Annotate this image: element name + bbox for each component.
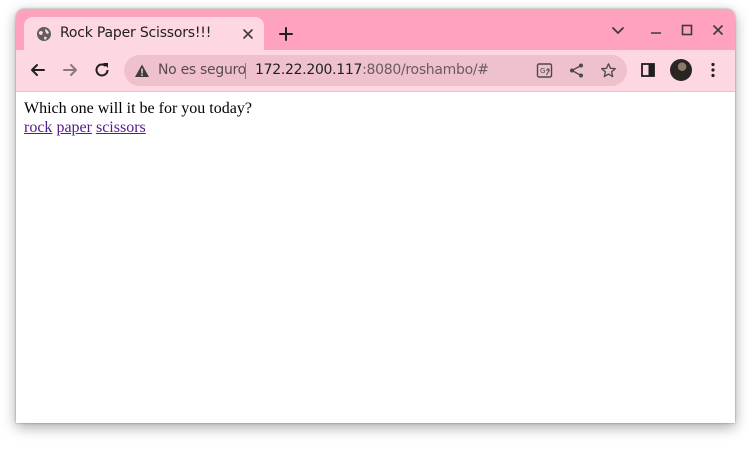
address-bar[interactable]: No es seguro 172.22.200.117:8080/roshamb… bbox=[124, 55, 627, 86]
tab-title: Rock Paper Scissors!!! bbox=[60, 25, 212, 41]
security-label[interactable]: No es seguro bbox=[158, 62, 246, 78]
translate-icon[interactable]: G bbox=[536, 62, 553, 79]
globe-icon bbox=[37, 27, 51, 41]
active-tab[interactable]: Rock Paper Scissors!!! bbox=[24, 17, 264, 50]
choice-links: rock paper scissors bbox=[24, 118, 252, 137]
close-tab-icon[interactable] bbox=[240, 26, 256, 42]
share-icon[interactable] bbox=[568, 62, 585, 79]
close-window-icon[interactable] bbox=[710, 22, 726, 38]
rock-link[interactable]: rock bbox=[24, 119, 52, 136]
maximize-icon[interactable] bbox=[679, 22, 695, 38]
forward-arrow-icon[interactable] bbox=[60, 60, 80, 80]
browser-window: Rock Paper Scissors!!! No es seguro 172.… bbox=[16, 9, 735, 423]
url-host: 172.22.200.117 bbox=[255, 62, 363, 78]
bookmark-star-icon[interactable] bbox=[600, 62, 617, 79]
new-tab-icon[interactable] bbox=[277, 25, 295, 43]
scissors-link[interactable]: scissors bbox=[96, 119, 146, 136]
side-panel-icon[interactable] bbox=[638, 60, 658, 80]
reload-icon[interactable] bbox=[92, 60, 112, 80]
url-path: :8080/roshambo/# bbox=[362, 62, 489, 78]
tab-search-chevron-icon[interactable] bbox=[610, 22, 626, 38]
page-content: Which one will it be for you today? rock… bbox=[16, 92, 735, 423]
kebab-menu-icon[interactable] bbox=[703, 60, 723, 80]
url-text[interactable]: 172.22.200.117:8080/roshambo/# bbox=[255, 62, 489, 78]
svg-text:G: G bbox=[540, 67, 545, 75]
minimize-icon[interactable] bbox=[648, 22, 664, 38]
profile-avatar[interactable] bbox=[670, 59, 692, 81]
page-body: Which one will it be for you today? rock… bbox=[24, 99, 252, 137]
omnibox-divider bbox=[245, 63, 246, 79]
paper-link[interactable]: paper bbox=[56, 119, 92, 136]
tab-strip: Rock Paper Scissors!!! bbox=[16, 9, 735, 50]
back-arrow-icon[interactable] bbox=[28, 60, 48, 80]
warning-icon[interactable] bbox=[134, 63, 150, 79]
browser-toolbar: No es seguro 172.22.200.117:8080/roshamb… bbox=[16, 50, 735, 92]
prompt-text: Which one will it be for you today? bbox=[24, 100, 252, 117]
